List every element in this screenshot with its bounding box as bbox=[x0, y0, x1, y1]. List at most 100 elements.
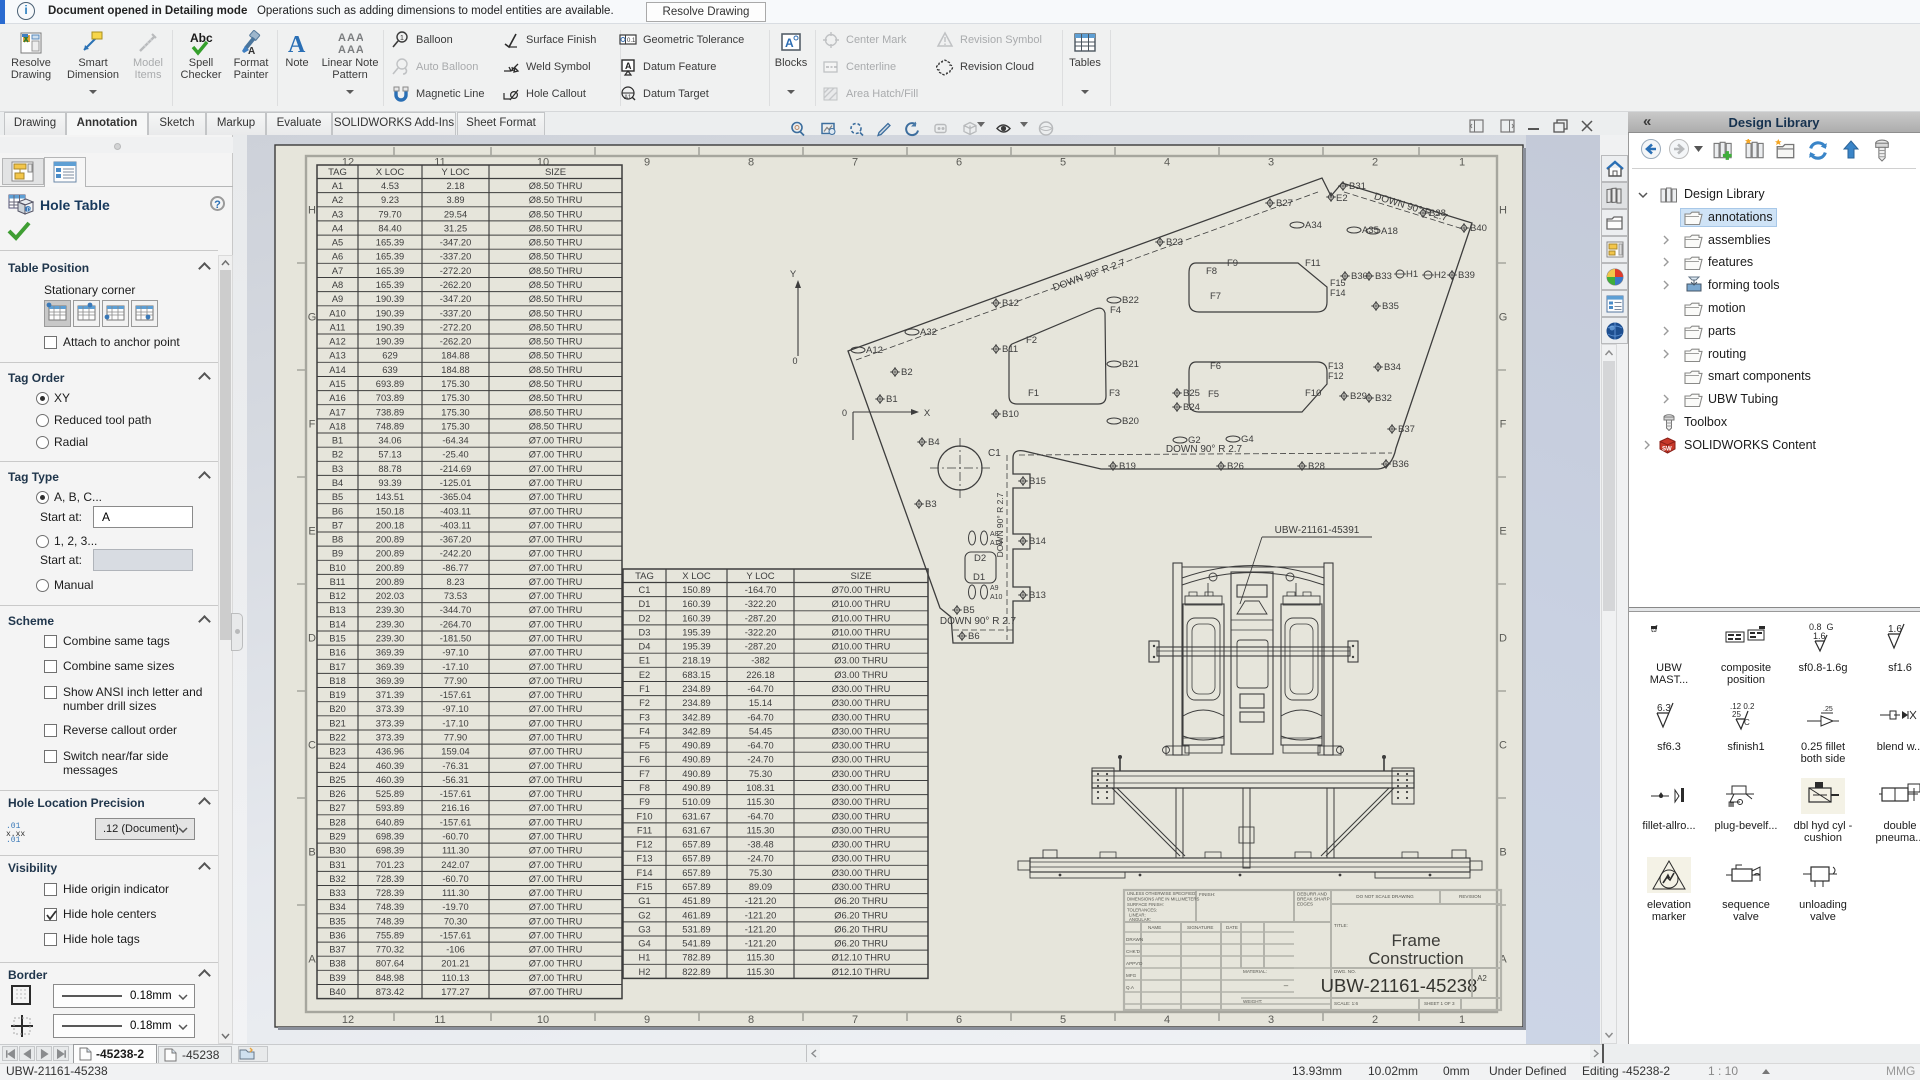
svg-text:Ø8.50 THRU: Ø8.50 THRU bbox=[529, 393, 583, 403]
svg-text:DOWN 90° R 2.7: DOWN 90° R 2.7 bbox=[995, 492, 1005, 557]
svg-text:631.67: 631.67 bbox=[682, 811, 710, 821]
svg-text:B: B bbox=[308, 847, 315, 859]
svg-text:Ø7.00 THRU: Ø7.00 THRU bbox=[529, 520, 583, 530]
svg-text:G3: G3 bbox=[638, 924, 650, 934]
svg-text:Ø7.00 THRU: Ø7.00 THRU bbox=[529, 619, 583, 629]
svg-text:703.89: 703.89 bbox=[376, 393, 404, 403]
svg-text:E: E bbox=[308, 526, 315, 538]
svg-text:748.39: 748.39 bbox=[376, 916, 404, 926]
svg-text:1.6: 1.6 bbox=[1813, 631, 1826, 641]
svg-text:B1: B1 bbox=[886, 394, 898, 405]
svg-text:C1: C1 bbox=[639, 585, 651, 595]
svg-text:Ø7.00 THRU: Ø7.00 THRU bbox=[529, 605, 583, 615]
svg-text:–: – bbox=[1284, 981, 1289, 990]
svg-text:Ø6.20 THRU: Ø6.20 THRU bbox=[834, 924, 888, 934]
svg-text:89.09: 89.09 bbox=[749, 882, 772, 892]
svg-text:F5: F5 bbox=[1208, 389, 1219, 400]
svg-text:C1: C1 bbox=[988, 448, 1001, 459]
svg-text:175.30: 175.30 bbox=[441, 421, 469, 431]
svg-text:657.89: 657.89 bbox=[682, 854, 710, 864]
svg-text:A1: A1 bbox=[332, 181, 343, 191]
svg-text:460.39: 460.39 bbox=[376, 761, 404, 771]
svg-text:ANGULAR:: ANGULAR: bbox=[1129, 917, 1151, 922]
svg-text:H1: H1 bbox=[1406, 269, 1418, 280]
svg-text:Ø3.00 THRU: Ø3.00 THRU bbox=[834, 670, 888, 680]
svg-text:-64.34: -64.34 bbox=[442, 436, 468, 446]
svg-text:B35: B35 bbox=[329, 916, 346, 926]
svg-text:436.96: 436.96 bbox=[376, 747, 404, 757]
svg-text:.25: .25 bbox=[1823, 706, 1833, 713]
svg-text:490.89: 490.89 bbox=[682, 741, 710, 751]
svg-text:E: E bbox=[1499, 526, 1506, 538]
svg-text:-337.20: -337.20 bbox=[440, 252, 472, 262]
svg-text:Ø3.00 THRU: Ø3.00 THRU bbox=[834, 656, 888, 666]
svg-text:B17: B17 bbox=[329, 662, 346, 672]
svg-text:-25.40: -25.40 bbox=[442, 450, 468, 460]
svg-text:B29: B29 bbox=[329, 831, 346, 841]
svg-text:-365.04: -365.04 bbox=[440, 492, 472, 502]
svg-text:165.39: 165.39 bbox=[376, 238, 404, 248]
svg-text:195.39: 195.39 bbox=[682, 642, 710, 652]
svg-text:Ø8.50 THRU: Ø8.50 THRU bbox=[529, 209, 583, 219]
svg-text:B2: B2 bbox=[332, 450, 343, 460]
svg-text:373.39: 373.39 bbox=[376, 704, 404, 714]
svg-text:CHK'D: CHK'D bbox=[1126, 949, 1141, 954]
svg-text:Ø30.00 THRU: Ø30.00 THRU bbox=[832, 726, 891, 736]
svg-text:190.39: 190.39 bbox=[376, 337, 404, 347]
svg-text:Ø7.00 THRU: Ø7.00 THRU bbox=[529, 888, 583, 898]
svg-text:461.89: 461.89 bbox=[682, 910, 710, 920]
svg-text:657.89: 657.89 bbox=[682, 868, 710, 878]
svg-text:Ø7.00 THRU: Ø7.00 THRU bbox=[529, 591, 583, 601]
svg-text:B40: B40 bbox=[1470, 223, 1487, 234]
svg-text:-24.70: -24.70 bbox=[747, 755, 773, 765]
svg-text:F13: F13 bbox=[1328, 361, 1344, 371]
svg-text:531.89: 531.89 bbox=[682, 924, 710, 934]
svg-text:748.89: 748.89 bbox=[376, 421, 404, 431]
svg-text:F11: F11 bbox=[1305, 258, 1321, 269]
svg-text:F3: F3 bbox=[1109, 388, 1120, 399]
svg-text:A9: A9 bbox=[990, 585, 999, 592]
svg-text:5: 5 bbox=[1060, 157, 1066, 169]
svg-text:373.39: 373.39 bbox=[376, 718, 404, 728]
svg-text:B6: B6 bbox=[332, 506, 343, 516]
svg-text:201.21: 201.21 bbox=[441, 959, 469, 969]
svg-text:Ø7.00 THRU: Ø7.00 THRU bbox=[529, 902, 583, 912]
svg-text:A8: A8 bbox=[990, 531, 999, 538]
svg-text:B4: B4 bbox=[332, 478, 343, 488]
svg-text:184.88: 184.88 bbox=[441, 351, 469, 361]
svg-text:11: 11 bbox=[434, 1014, 445, 1026]
svg-text:C: C bbox=[1744, 718, 1750, 727]
svg-text:Ø7.00 THRU: Ø7.00 THRU bbox=[529, 704, 583, 714]
svg-text:A18: A18 bbox=[1381, 226, 1398, 237]
svg-text:-262.20: -262.20 bbox=[440, 337, 472, 347]
svg-text:342.89: 342.89 bbox=[682, 712, 710, 722]
svg-text:B32: B32 bbox=[1375, 393, 1392, 404]
svg-text:Ø30.00 THRU: Ø30.00 THRU bbox=[832, 825, 891, 835]
svg-text:B10: B10 bbox=[1002, 409, 1019, 420]
svg-text:H: H bbox=[308, 205, 316, 217]
svg-text:A10: A10 bbox=[329, 308, 346, 318]
svg-text:F9: F9 bbox=[1227, 258, 1238, 269]
svg-text:79.70: 79.70 bbox=[378, 209, 401, 219]
svg-text:175.30: 175.30 bbox=[441, 407, 469, 417]
svg-text:-322.20: -322.20 bbox=[745, 627, 777, 637]
svg-text:-403.11: -403.11 bbox=[440, 520, 471, 530]
svg-text:Ø10.00 THRU: Ø10.00 THRU bbox=[832, 613, 891, 623]
svg-text:-86.77: -86.77 bbox=[442, 563, 468, 573]
svg-text:B20: B20 bbox=[1122, 416, 1139, 427]
svg-text:Ø7.00 THRU: Ø7.00 THRU bbox=[529, 676, 583, 686]
svg-text:490.89: 490.89 bbox=[682, 769, 710, 779]
svg-text:B33: B33 bbox=[329, 888, 346, 898]
svg-text:A: A bbox=[308, 954, 316, 966]
svg-text:DIMENSIONS ARE IN MILLIMETERS: DIMENSIONS ARE IN MILLIMETERS bbox=[1127, 897, 1199, 902]
svg-text:-17.10: -17.10 bbox=[442, 662, 468, 672]
svg-text:TAG: TAG bbox=[635, 571, 654, 582]
svg-text:693.89: 693.89 bbox=[376, 379, 404, 389]
svg-text:TITLE:: TITLE: bbox=[1334, 923, 1348, 928]
svg-text:SHEET 1 OF 3: SHEET 1 OF 3 bbox=[1424, 1001, 1455, 1006]
svg-text:-322.20: -322.20 bbox=[745, 599, 777, 609]
svg-text:234.89: 234.89 bbox=[682, 698, 710, 708]
svg-text:B22: B22 bbox=[329, 733, 346, 743]
svg-text:A15: A15 bbox=[329, 379, 346, 389]
svg-text:X LOC: X LOC bbox=[682, 571, 711, 582]
